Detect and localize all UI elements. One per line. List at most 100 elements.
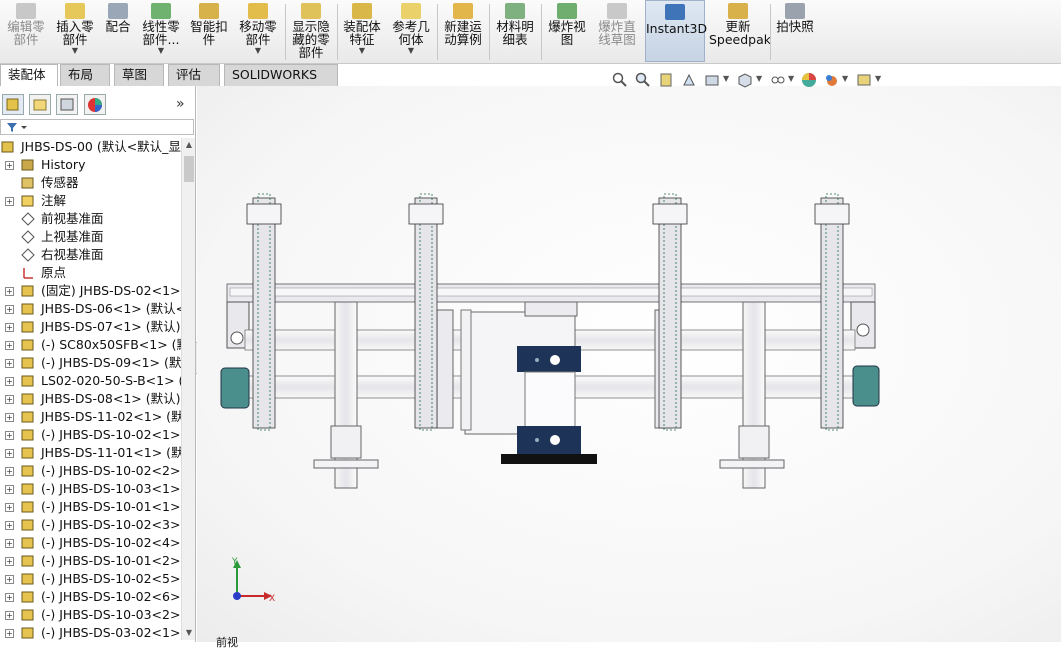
expand-toggle-icon[interactable]: + bbox=[5, 287, 14, 296]
expand-toggle-icon[interactable]: + bbox=[5, 557, 14, 566]
linear-pattern-button[interactable]: 线性零 部件... ▼ bbox=[138, 0, 184, 62]
section-view-icon[interactable] bbox=[681, 72, 697, 88]
tree-scrollbar[interactable]: ▲ ▼ bbox=[181, 138, 195, 640]
expand-toggle-icon[interactable]: + bbox=[5, 323, 14, 332]
tree-item[interactable]: + JHBS-DS-07<1> (默认) bbox=[0, 318, 181, 336]
configuration-manager-tab[interactable] bbox=[56, 94, 78, 115]
tree-item[interactable]: 上视基准面 bbox=[0, 228, 181, 246]
expand-toggle-icon[interactable]: + bbox=[5, 467, 14, 476]
tree-item[interactable]: + (-) JHBS-DS-10-03<1> ( bbox=[0, 480, 181, 498]
expand-toggle-icon[interactable]: + bbox=[5, 449, 14, 458]
chevron-down-icon[interactable]: ▼ bbox=[52, 46, 98, 56]
expand-toggle-icon[interactable]: + bbox=[5, 503, 14, 512]
show-hidden-components-button[interactable]: 显示隐 藏的零 部件 bbox=[288, 0, 334, 62]
tree-item[interactable]: 右视基准面 bbox=[0, 246, 181, 264]
tab-assembly[interactable]: 装配体 bbox=[0, 64, 58, 86]
tree-item[interactable]: + (-) JHBS-DS-10-03<2> ( bbox=[0, 606, 181, 624]
assembly-model-front-view[interactable] bbox=[215, 180, 885, 495]
exploded-view-button[interactable]: 爆炸视 图 bbox=[544, 0, 590, 62]
tree-item[interactable]: + (-) JHBS-DS-09<1> (默认 bbox=[0, 354, 181, 372]
update-speedpak-button[interactable]: 更新 Speedpak bbox=[709, 0, 771, 62]
expand-toggle-icon[interactable]: + bbox=[5, 359, 14, 368]
chevron-down-icon[interactable]: ▼ bbox=[756, 74, 762, 83]
tab-layout[interactable]: 布局 bbox=[60, 64, 110, 86]
expand-toggle-icon[interactable]: + bbox=[5, 161, 14, 170]
tree-item[interactable]: + (-) JHBS-DS-10-01<2> ( bbox=[0, 552, 181, 570]
tree-item[interactable]: + (-) JHBS-DS-10-01<1> ( bbox=[0, 498, 181, 516]
tree-item[interactable]: + (-) JHBS-DS-10-02<1> ( bbox=[0, 426, 181, 444]
expand-toggle-icon[interactable]: + bbox=[5, 485, 14, 494]
tree-item[interactable]: + (-) SC80x50SFB<1> (默认 bbox=[0, 336, 181, 354]
expand-toggle-icon[interactable]: + bbox=[5, 377, 14, 386]
chevron-down-icon[interactable]: ▼ bbox=[723, 74, 729, 83]
view-settings-icon[interactable] bbox=[856, 72, 872, 88]
tree-item[interactable]: + JHBS-DS-06<1> (默认<< bbox=[0, 300, 181, 318]
filter-icon[interactable] bbox=[5, 120, 35, 134]
tree-item[interactable]: + (-) JHBS-DS-10-02<3> ( bbox=[0, 516, 181, 534]
chevron-down-icon[interactable]: ▼ bbox=[234, 46, 282, 56]
hide-show-items-icon[interactable] bbox=[770, 72, 786, 88]
tab-solidworks-addins[interactable]: SOLIDWORKS 插件 bbox=[224, 64, 338, 102]
reference-geometry-button[interactable]: 参考几 何体 ▼ bbox=[388, 0, 434, 62]
scroll-thumb[interactable] bbox=[184, 156, 194, 182]
new-motion-study-button[interactable]: 新建运 动算例 bbox=[440, 0, 486, 62]
tree-item[interactable]: + (固定) JHBS-DS-02<1> ( bbox=[0, 282, 181, 300]
bill-of-materials-button[interactable]: 材料明 细表 bbox=[492, 0, 538, 62]
tree-item[interactable]: 传感器 bbox=[0, 174, 181, 192]
chevron-down-icon[interactable]: ▼ bbox=[875, 74, 881, 83]
tree-item[interactable]: + History bbox=[0, 156, 181, 174]
expand-panel-icon[interactable]: » bbox=[176, 94, 185, 114]
tree-filter-bar[interactable] bbox=[0, 119, 194, 135]
dynamic-annotation-views-icon[interactable] bbox=[704, 72, 720, 88]
apply-scene-icon[interactable] bbox=[824, 72, 840, 88]
tab-evaluate[interactable]: 评估 bbox=[168, 64, 220, 86]
expand-toggle-icon[interactable]: + bbox=[5, 521, 14, 530]
tree-item[interactable]: + JHBS-DS-11-01<1> (默认 bbox=[0, 444, 181, 462]
chevron-down-icon[interactable]: ▼ bbox=[340, 46, 384, 56]
expand-toggle-icon[interactable]: + bbox=[5, 431, 14, 440]
take-snapshot-button[interactable]: 拍快照 bbox=[773, 0, 817, 62]
insert-component-button[interactable]: 插入零 部件 ▼ bbox=[52, 0, 98, 62]
tree-item[interactable]: + 注解 bbox=[0, 192, 181, 210]
mate-button[interactable]: 配合 bbox=[102, 0, 134, 62]
tree-root-assembly[interactable]: JHBS-DS-00 (默认<默认_显示 bbox=[0, 138, 181, 156]
tree-item[interactable]: + LS02-020-50-S-B<1> (默 bbox=[0, 372, 181, 390]
expand-toggle-icon[interactable]: + bbox=[5, 575, 14, 584]
chevron-down-icon[interactable]: ▼ bbox=[788, 74, 794, 83]
view-orientation-icon[interactable] bbox=[737, 72, 753, 88]
tree-item[interactable]: + (-) JHBS-DS-03-02<1> ( bbox=[0, 624, 181, 642]
assembly-features-button[interactable]: 装配体 特征 ▼ bbox=[340, 0, 384, 62]
chevron-down-icon[interactable]: ▼ bbox=[138, 46, 184, 56]
expand-toggle-icon[interactable]: + bbox=[5, 413, 14, 422]
tree-item[interactable]: + (-) JHBS-DS-10-02<2> ( bbox=[0, 462, 181, 480]
expand-toggle-icon[interactable]: + bbox=[5, 629, 14, 638]
move-component-button[interactable]: 移动零 部件 ▼ bbox=[234, 0, 282, 62]
tree-item[interactable]: + (-) JHBS-DS-10-02<5> ( bbox=[0, 570, 181, 588]
scroll-up-icon[interactable]: ▲ bbox=[182, 138, 196, 152]
expand-toggle-icon[interactable]: + bbox=[5, 539, 14, 548]
tree-item[interactable]: + (-) JHBS-DS-10-02<6> ( bbox=[0, 588, 181, 606]
explode-line-sketch-button[interactable]: 爆炸直 线草图 bbox=[594, 0, 640, 62]
feature-manager-tab[interactable] bbox=[2, 94, 24, 115]
tab-sketch[interactable]: 草图 bbox=[114, 64, 164, 86]
expand-toggle-icon[interactable]: + bbox=[5, 611, 14, 620]
tree-item[interactable]: + (-) JHBS-DS-10-02<4> ( bbox=[0, 534, 181, 552]
expand-toggle-icon[interactable]: + bbox=[5, 593, 14, 602]
property-manager-tab[interactable] bbox=[29, 94, 51, 115]
expand-toggle-icon[interactable]: + bbox=[5, 395, 14, 404]
instant3d-button[interactable]: Instant3D bbox=[645, 0, 707, 62]
zoom-to-area-icon[interactable] bbox=[635, 72, 651, 88]
smart-fasteners-button[interactable]: 智能扣 件 bbox=[188, 0, 230, 62]
tree-item[interactable]: + JHBS-DS-08<1> (默认) bbox=[0, 390, 181, 408]
expand-toggle-icon[interactable]: + bbox=[5, 341, 14, 350]
display-manager-tab[interactable] bbox=[84, 94, 106, 115]
expand-toggle-icon[interactable]: + bbox=[5, 305, 14, 314]
tree-item[interactable]: + JHBS-DS-11-02<1> (默认 bbox=[0, 408, 181, 426]
chevron-down-icon[interactable]: ▼ bbox=[388, 46, 434, 56]
tree-item[interactable]: 前视基准面 bbox=[0, 210, 181, 228]
expand-toggle-icon[interactable]: + bbox=[5, 197, 14, 206]
tree-item[interactable]: 原点 bbox=[0, 264, 181, 282]
scroll-down-icon[interactable]: ▼ bbox=[182, 626, 196, 640]
edit-component-button[interactable]: 编辑零 部件 bbox=[2, 0, 50, 62]
previous-view-icon[interactable] bbox=[658, 72, 674, 88]
